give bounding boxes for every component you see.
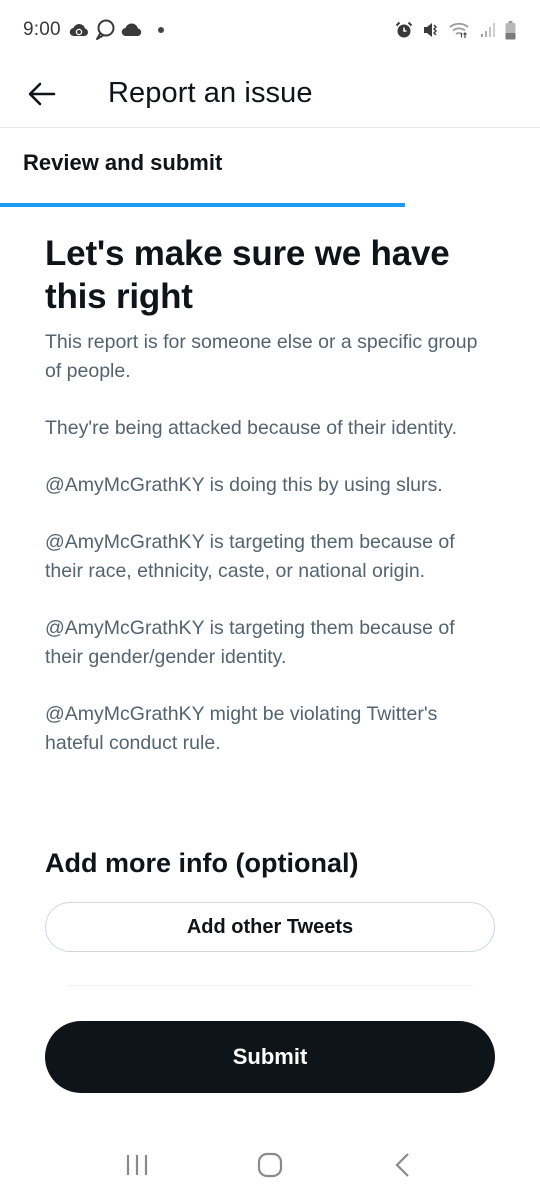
review-content: Let's make sure we have this right This … [45, 232, 495, 786]
cloud-icon [121, 23, 143, 37]
summary-item: @AmyMcGrathKY is targeting them because … [45, 531, 455, 582]
page-title: Report an issue [108, 77, 313, 109]
wifi-icon [449, 21, 471, 39]
back-chevron-icon [395, 1153, 410, 1177]
app-header: Report an issue [0, 60, 540, 128]
arrow-left-icon [28, 82, 56, 105]
back-button[interactable] [20, 72, 64, 116]
submit-button[interactable]: Submit [45, 1021, 495, 1093]
step-label: Review and submit [23, 150, 223, 175]
divider [67, 985, 473, 986]
signal-icon [480, 22, 496, 38]
status-left: 9:00 [23, 19, 165, 41]
summary-item: @AmyMcGrathKY might be violating Twitter… [45, 703, 438, 754]
system-nav-bar [0, 1130, 540, 1200]
home-icon [257, 1152, 283, 1178]
cloud-sync-icon [69, 22, 89, 38]
alarm-icon [395, 21, 413, 39]
status-bar: 9:00 [0, 0, 540, 60]
more-info-heading: Add more info (optional) [45, 848, 359, 878]
home-button[interactable] [240, 1140, 300, 1190]
status-right [395, 20, 516, 40]
dot-icon [157, 26, 165, 34]
summary-item: @AmyMcGrathKY is targeting them because … [45, 617, 455, 668]
add-other-tweets-button[interactable]: Add other Tweets [45, 902, 495, 952]
summary-item: They're being attacked because of their … [45, 417, 458, 439]
mute-icon [422, 21, 440, 39]
progress-fill [0, 203, 405, 207]
recent-apps-button[interactable] [107, 1140, 167, 1190]
summary-list: This report is for someone else or a spe… [45, 328, 495, 758]
summary-item: @AmyMcGrathKY is doing this by using slu… [45, 474, 443, 496]
system-back-button[interactable] [373, 1140, 433, 1190]
review-heading: Let's make sure we have this right [45, 234, 450, 316]
chat-bubble-icon [95, 19, 115, 41]
summary-item: This report is for someone else or a spe… [45, 331, 478, 382]
battery-icon [505, 20, 516, 40]
progress-bar [0, 203, 540, 207]
status-time: 9:00 [23, 19, 61, 40]
recent-apps-icon [126, 1155, 147, 1175]
